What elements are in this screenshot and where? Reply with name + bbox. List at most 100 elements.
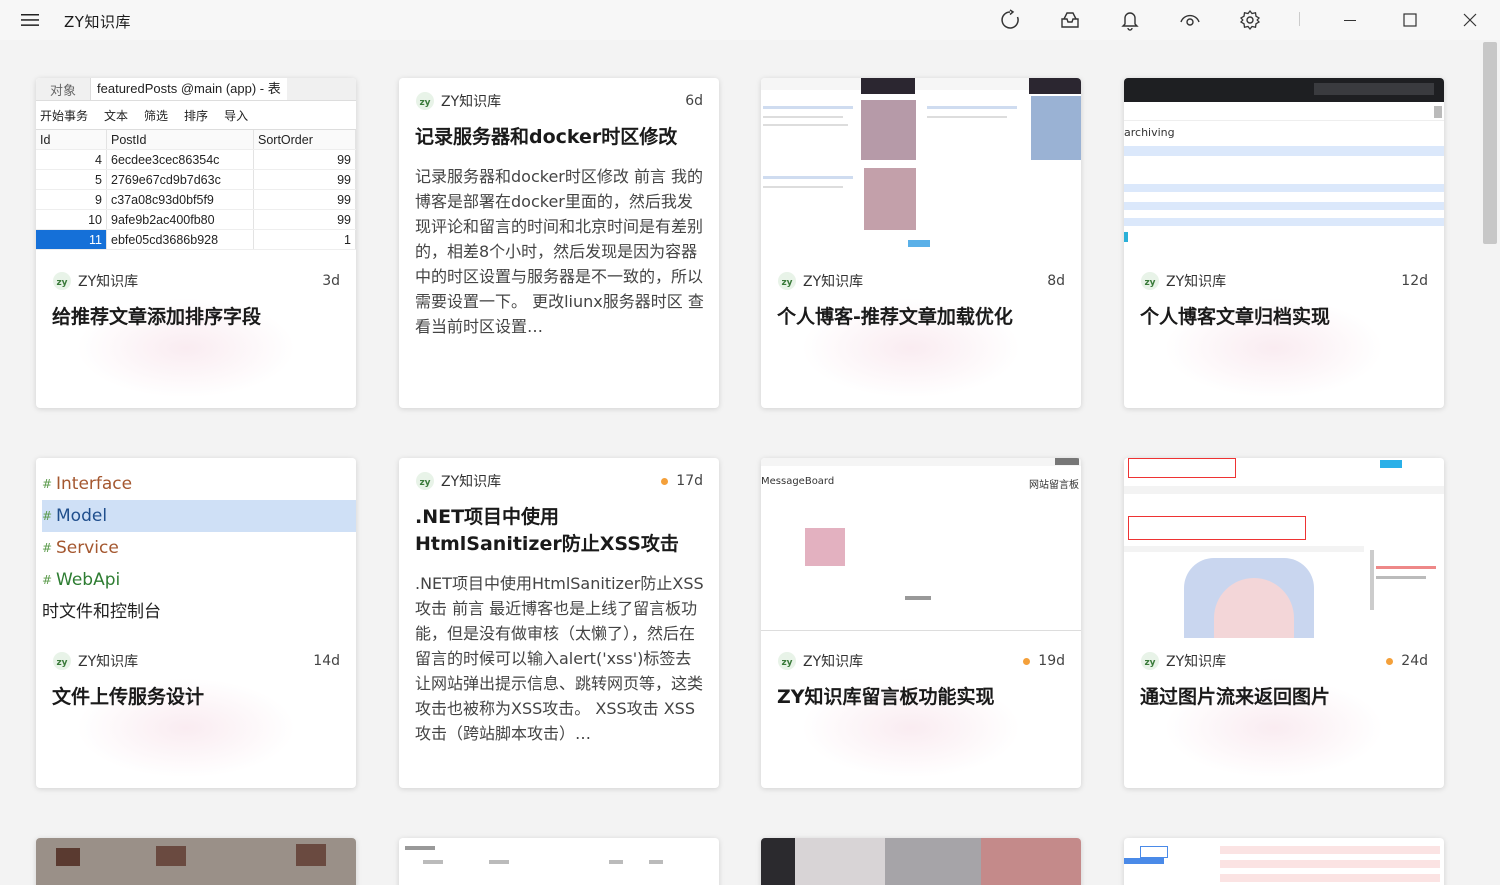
article-card[interactable] — [761, 838, 1081, 885]
tree-footer: 时文件和控制台 — [42, 602, 161, 622]
card-meta: zy ZY知识库 3d — [52, 270, 340, 292]
svg-text:zy: zy — [1144, 658, 1155, 668]
card-title[interactable]: 记录服务器和docker时区修改 — [415, 124, 705, 151]
card-age: 14d — [313, 653, 340, 669]
table-row: 11 ebfe05cd3686b928 1 — [36, 229, 356, 250]
thumb-toolbar-filter: 筛选 — [144, 108, 169, 123]
titlebar-divider — [1299, 12, 1300, 26]
card-author: ZY知识库 — [803, 274, 864, 290]
article-card[interactable]: 对象 featuredPosts @main (app) - 表 开始事务 文本… — [36, 78, 356, 408]
author-logo-icon: zy — [52, 651, 72, 671]
thumb-toolbar-sort: 排序 — [184, 108, 209, 123]
thumb-message-label-right: 网站留言板 — [1029, 480, 1079, 491]
svg-text:zy: zy — [419, 478, 430, 488]
title-bar: ZY知识库 — [0, 0, 1500, 40]
article-card[interactable]: MessageBoard 网站留言板 zy ZY知识库 19d ZY知识库留言板… — [761, 458, 1081, 788]
thumb-toolbar-import: 导入 — [224, 108, 249, 123]
article-card[interactable] — [399, 838, 719, 885]
svg-text:zy: zy — [781, 278, 792, 288]
article-card[interactable]: archiving zy ZY知识库 12d 个人博客文章归档实现 — [1124, 78, 1444, 408]
card-summary: 记录服务器和docker时区修改 前言 我的博客是部署在docker里面的，然后… — [415, 167, 704, 336]
card-age: 6d — [685, 93, 703, 109]
article-card[interactable]: zy ZY知识库 24d 通过图片流来返回图片 — [1124, 458, 1444, 788]
card-meta: zy ZY知识库 19d — [777, 650, 1065, 672]
author-logo-icon: zy — [415, 471, 435, 491]
author-logo-icon: zy — [777, 651, 797, 671]
tree-item: WebApi — [56, 570, 121, 590]
svg-text:zy: zy — [781, 658, 792, 668]
card-author: ZY知识库 — [441, 94, 502, 110]
thumb-tab-table: featuredPosts @main (app) - 表 — [90, 78, 287, 100]
card-age: 17d — [676, 473, 703, 489]
table-row: 10 9afe9b2ac400fb80 99 — [36, 209, 356, 230]
thumb-toolbar-begin: 开始事务 — [40, 108, 89, 123]
app-title: ZY知识库 — [64, 13, 131, 31]
hamburger-icon[interactable] — [15, 6, 45, 34]
article-thumbnail: 对象 featuredPosts @main (app) - 表 开始事务 文本… — [36, 78, 356, 258]
thumb-archive-label: archiving — [1124, 126, 1175, 139]
article-card[interactable] — [36, 838, 356, 885]
card-title[interactable]: ZY知识库留言板功能实现 — [777, 684, 1067, 711]
bell-icon[interactable] — [1115, 6, 1145, 34]
gear-icon[interactable] — [1235, 6, 1265, 34]
maximize-icon[interactable] — [1395, 6, 1425, 34]
card-author: ZY知识库 — [78, 274, 139, 290]
svg-text:zy: zy — [419, 98, 430, 108]
author-logo-icon: zy — [1140, 651, 1160, 671]
article-thumbnail — [1124, 458, 1444, 638]
card-meta: zy ZY知识库 8d — [777, 270, 1065, 292]
card-age: 12d — [1401, 273, 1428, 289]
article-thumbnail: archiving — [1124, 78, 1444, 258]
card-author: ZY知识库 — [803, 654, 864, 670]
close-icon[interactable] — [1455, 6, 1485, 34]
article-thumbnail — [761, 78, 1081, 258]
card-title[interactable]: 给推荐文章添加排序字段 — [52, 304, 342, 331]
card-title[interactable]: .NET项目中使用HtmlSanitizer防止XSS攻击 — [415, 504, 705, 558]
svg-text:zy: zy — [56, 658, 67, 668]
article-card[interactable]: zy ZY知识库 17d .NET项目中使用HtmlSanitizer防止XSS… — [399, 458, 719, 788]
scrollbar-thumb[interactable] — [1483, 42, 1497, 244]
card-meta: zy ZY知识库 12d — [1140, 270, 1428, 292]
new-dot-icon — [1386, 657, 1394, 665]
article-grid: 对象 featuredPosts @main (app) - 表 开始事务 文本… — [0, 40, 1482, 885]
card-age: 19d — [1038, 653, 1065, 669]
article-thumbnail: MessageBoard 网站留言板 — [761, 458, 1081, 638]
thumb-toolbar-text: 文本 — [104, 108, 129, 123]
col-sortorder: SortOrder — [253, 130, 356, 150]
thumb-message-label: MessageBoard — [761, 476, 835, 487]
col-id: Id — [36, 130, 107, 150]
table-row: 4 6ecdee3cec86354c 99 — [36, 149, 356, 170]
thumb-data-table: Id PostId SortOrder 4 6ecdee3cec86354c 9… — [36, 130, 356, 250]
minimize-icon[interactable] — [1335, 6, 1365, 34]
svg-text:zy: zy — [1144, 278, 1155, 288]
tree-item-selected: Model — [56, 506, 108, 526]
article-thumbnail: # Interface # Model # Service # WebApi 时文件和控… — [36, 458, 356, 638]
card-meta: zy ZY知识库 6d — [415, 90, 703, 112]
card-author: ZY知识库 — [441, 474, 502, 490]
author-logo-icon: zy — [777, 271, 797, 291]
svg-text:zy: zy — [56, 278, 67, 288]
col-postid: PostId — [106, 130, 254, 150]
thumb-tab-objects: 对象 — [50, 82, 77, 98]
table-row: 9 c37a08c93d0bf5f9 99 — [36, 189, 356, 210]
article-card[interactable] — [1124, 838, 1444, 885]
card-author: ZY知识库 — [1166, 274, 1227, 290]
card-age: 24d — [1401, 653, 1428, 669]
article-card[interactable]: zy ZY知识库 6d 记录服务器和docker时区修改 记录服务器和docke… — [399, 78, 719, 408]
card-author: ZY知识库 — [1166, 654, 1227, 670]
eye-icon[interactable] — [1175, 6, 1205, 34]
author-logo-icon: zy — [415, 91, 435, 111]
card-author: ZY知识库 — [78, 654, 139, 670]
card-meta: zy ZY知识库 17d — [415, 470, 703, 492]
card-summary: .NET项目中使用HtmlSanitizer防止XSS攻击 前言 最近博客也是上… — [415, 574, 704, 743]
article-card[interactable]: zy ZY知识库 8d 个人博客-推荐文章加载优化 — [761, 78, 1081, 408]
author-logo-icon: zy — [52, 271, 72, 291]
inbox-icon[interactable] — [1055, 6, 1085, 34]
refresh-icon[interactable] — [995, 6, 1025, 34]
article-card[interactable]: # Interface # Model # Service # WebApi 时文件和控… — [36, 458, 356, 788]
card-title[interactable]: 文件上传服务设计 — [52, 684, 342, 711]
card-title[interactable]: 通过图片流来返回图片 — [1140, 684, 1430, 711]
card-title[interactable]: 个人博客-推荐文章加载优化 — [777, 304, 1067, 331]
card-age: 3d — [322, 273, 340, 289]
card-title[interactable]: 个人博客文章归档实现 — [1140, 304, 1430, 331]
